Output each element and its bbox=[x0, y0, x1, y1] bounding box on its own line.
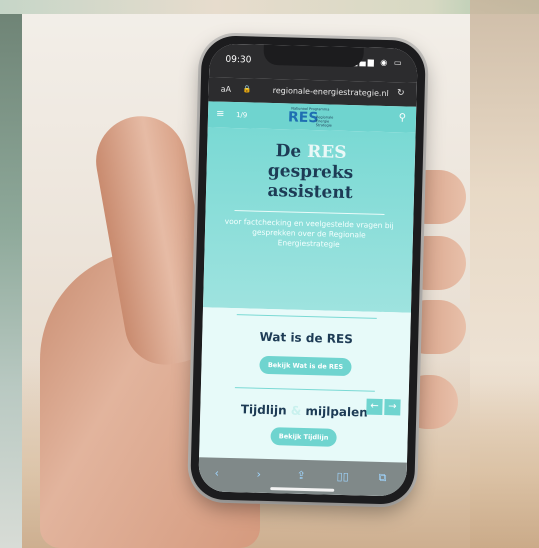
bookmarks-icon[interactable]: ▯▯ bbox=[336, 470, 348, 483]
hero-section: De RES gespreks assistent voor factcheck… bbox=[202, 127, 416, 313]
hero-title-res: RES bbox=[306, 141, 347, 163]
hero-divider bbox=[234, 210, 385, 215]
tabs-icon[interactable]: ⧉ bbox=[378, 471, 386, 485]
mijlpalen-text: mijlpalen bbox=[301, 403, 368, 420]
forward-icon[interactable]: › bbox=[256, 468, 261, 481]
phone-screen: 09:30 ▂▄▆ ◉ ▭ aA 🔒 regionale-energiestra… bbox=[198, 43, 418, 497]
reload-icon[interactable]: ↻ bbox=[397, 88, 405, 98]
tijdlijn-text: Tijdlijn bbox=[240, 402, 292, 418]
text-size-button[interactable]: aA bbox=[221, 85, 232, 94]
hamburger-menu-icon[interactable]: ≡ bbox=[216, 109, 225, 120]
slide-navigation: ← → bbox=[364, 394, 401, 416]
bekijk-wat-is-button[interactable]: Bekijk Wat is de RES bbox=[259, 355, 352, 377]
page-counter: 1/9 bbox=[235, 111, 248, 120]
section-divider-2 bbox=[234, 387, 375, 392]
lock-icon: 🔒 bbox=[242, 85, 252, 94]
logo-tagline: Regionale Energie Strategie bbox=[315, 115, 334, 128]
url-text[interactable]: regionale-energiestrategie.nl bbox=[273, 86, 389, 98]
smartphone: 09:30 ▂▄▆ ◉ ▭ aA 🔒 regionale-energiestra… bbox=[189, 35, 427, 505]
background-laptop bbox=[0, 14, 22, 548]
prev-arrow-icon[interactable]: ← bbox=[366, 398, 383, 415]
section-heading-wat-is: Wat is de RES bbox=[259, 329, 354, 347]
search-icon[interactable]: ⚲ bbox=[399, 112, 407, 123]
next-arrow-icon[interactable]: → bbox=[384, 399, 401, 416]
hero-title: De RES gespreks assistent bbox=[206, 139, 415, 204]
status-time: 09:30 bbox=[225, 54, 252, 66]
hero-title-line3: assistent bbox=[267, 180, 353, 204]
section-divider-1 bbox=[236, 314, 377, 319]
hero-title-de: De bbox=[275, 141, 308, 162]
share-icon[interactable]: ⇪ bbox=[296, 469, 306, 482]
bekijk-tijdlijn-button[interactable]: Bekijk Tijdlijn bbox=[270, 427, 337, 447]
hero-intro: voor factchecking en veelgestelde vragen… bbox=[224, 216, 394, 249]
ampersand: & bbox=[290, 403, 302, 418]
back-icon[interactable]: ‹ bbox=[214, 467, 219, 480]
notch bbox=[263, 44, 364, 68]
res-logo[interactable]: RES bbox=[288, 109, 319, 126]
background-top bbox=[0, 0, 539, 14]
hero-title-line2: gespreks bbox=[267, 160, 354, 184]
